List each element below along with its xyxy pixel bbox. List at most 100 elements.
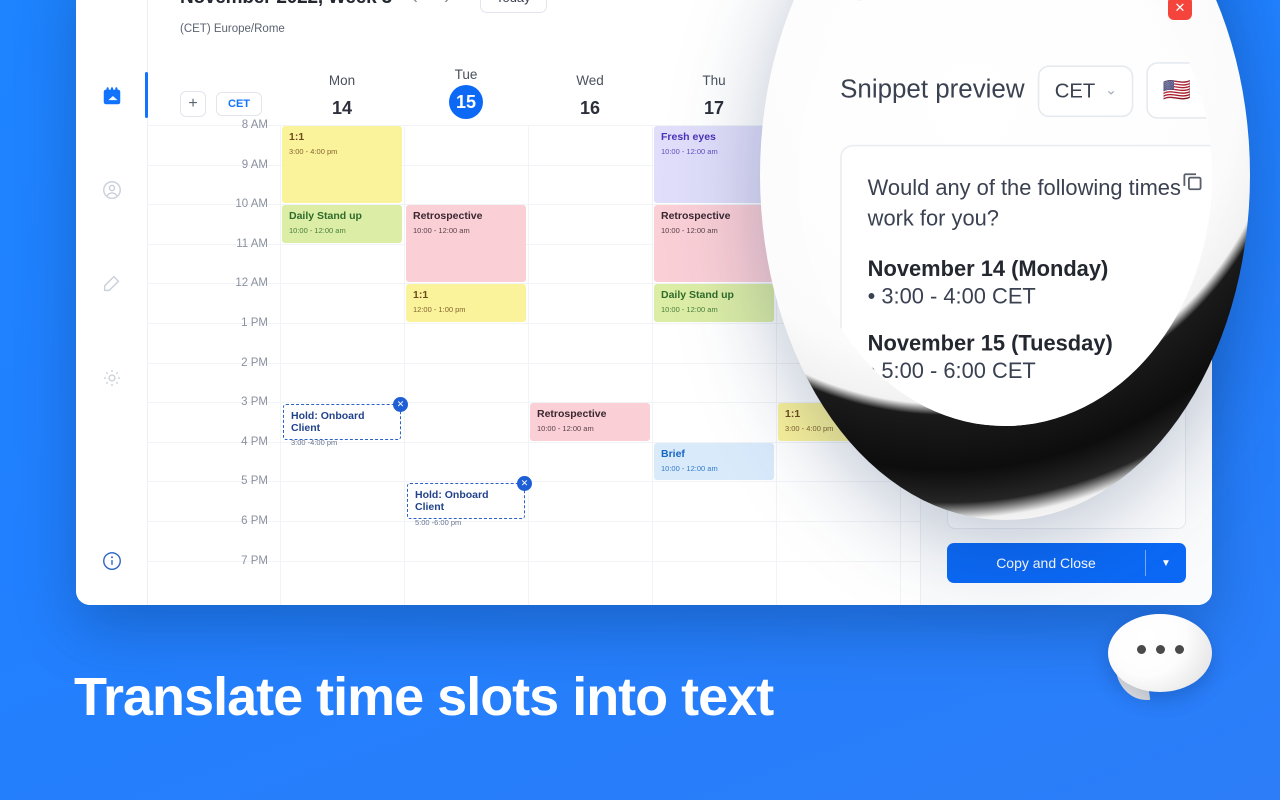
event-title: Retrospective (413, 210, 483, 223)
locale-select[interactable]: 🇺🇸 ⌄ (1135, 116, 1186, 152)
hour-label: 7 PM (241, 554, 268, 567)
hold-time: 5:00 -6:00 pm (415, 517, 462, 527)
calendar-event[interactable]: Retrospective 10:00 - 12:00 am (530, 403, 650, 441)
hour-label: 1 PM (241, 317, 268, 329)
snippet-side-panel: Onboard Client E john@agreeto.com Snippe… (920, 0, 1212, 605)
event-time: 10:00 - 12:00 am (413, 226, 470, 236)
copy-icon[interactable] (1156, 183, 1171, 203)
day-number: 14 (331, 98, 353, 118)
snippet-day-heading: November 15 (Tuesday) (964, 283, 1116, 299)
event-title: Retrospective (785, 210, 855, 223)
snippet-controls-row: Snippet preview CET ⌄ 🇺🇸 ⌄ (921, 78, 1212, 152)
us-flag-icon: 🇺🇸 (1145, 125, 1163, 142)
event-title: 1:1 (289, 131, 305, 143)
calendar-event[interactable]: 1:1 12:00 - 1:00 pm (406, 284, 526, 322)
hour-label: 5 PM (241, 475, 268, 488)
day-name: Thu (702, 73, 726, 88)
chat-bubble[interactable] (1108, 614, 1212, 704)
side-panel-title: Onboard Client (947, 0, 1048, 15)
timezone-chip[interactable]: CET (216, 92, 262, 116)
day-header-wed[interactable]: Wed 16 (528, 73, 652, 125)
snippet-preview-label: Snippet preview (947, 116, 1003, 151)
event-title: Fresh eyes (661, 131, 716, 143)
day-number: 15 (449, 85, 483, 119)
calendar-event[interactable]: Retrospective 10:00 - 12:00 am (654, 205, 774, 283)
timezone-select-value: CET (1078, 127, 1104, 141)
event-time: 10:00 - 12:00 am (661, 305, 718, 315)
event-time: 10:00 - 12:00 am (537, 424, 594, 434)
snippet-day-heading: November 14 (Monday) (964, 237, 1113, 253)
calendar-event[interactable]: 1:1 3:00 - 4:00 pm (778, 403, 898, 441)
calendar-event[interactable]: Retrospective 10:00 - 12:00 am (406, 205, 526, 283)
sidebar-item-settings[interactable] (90, 356, 134, 400)
hour-label: 9 AM (241, 158, 268, 171)
grid-column-line (528, 125, 529, 605)
event-time: 10:00 - 12:00 am (661, 147, 718, 157)
add-calendar-button[interactable]: + (180, 91, 206, 117)
event-time: 3:00 - 4:00 pm (785, 424, 834, 434)
day-header-tue[interactable]: Tue 15 (404, 67, 528, 125)
grid-column-line (900, 125, 901, 605)
event-time: 3:00 - 4:00 pm (289, 147, 338, 157)
event-title: Brief (661, 447, 685, 460)
avatar: E (947, 56, 969, 78)
calendar-event[interactable]: Daily Stand up 10:00 - 12:00 am (282, 205, 402, 243)
pencil-icon (103, 275, 119, 292)
chevron-down-icon: ⌄ (1168, 128, 1176, 139)
snippet-preview-box: Would any of the following times work fo… (947, 168, 1186, 529)
prev-week-button[interactable]: ‹ (406, 0, 424, 6)
chevron-down-icon[interactable]: ▼ (1146, 543, 1186, 583)
info-circle-icon (102, 552, 121, 570)
hour-label: 2 PM (241, 356, 268, 369)
event-title: 1:1 (785, 408, 801, 421)
close-icon[interactable]: ✕ (1168, 0, 1192, 20)
calendar-icon (103, 87, 120, 105)
grid-column-line (280, 125, 281, 605)
grid-column-line (404, 125, 405, 605)
hold-title: Hold: Onboard Client (291, 410, 365, 435)
hold-block[interactable]: Hold: Onboard Client 5:00 -6:00 pm ✕ (407, 476, 532, 527)
calendar-event[interactable]: Brief 10:00 - 12:00 am (654, 442, 774, 481)
day-number: 16 (579, 98, 601, 118)
event-time: 10:00 - 12:00 am (289, 226, 346, 236)
account-row[interactable]: E john@agreeto.com (921, 32, 1212, 78)
timezone-select[interactable]: CET ⌄ (1068, 118, 1128, 150)
sidebar-item-calendar[interactable] (90, 72, 148, 118)
day-name: Tue (454, 67, 478, 82)
sidebar-rail (76, 0, 148, 605)
calendar-event[interactable]: 1:1 3:00 - 4:00 pm (282, 126, 402, 204)
event-title: 1:1 (413, 289, 429, 302)
sidebar-item-info[interactable] (90, 539, 134, 583)
hour-label: 10 AM (235, 198, 268, 211)
hold-time: 3:00 -4:00 pm (291, 438, 338, 448)
day-header-thu[interactable]: Thu 17 (652, 73, 776, 125)
calendar-event[interactable]: Fresh eyes 10:00 - 12:00 am (654, 126, 774, 204)
copy-and-close-button[interactable]: Copy and Close ▼ (947, 543, 1186, 583)
calendar-event[interactable]: Daily Stand up 10:00 - 12:00 am (654, 284, 774, 322)
sidebar-item-edit[interactable] (90, 262, 134, 306)
day-header-fri[interactable]: Fri 18 (776, 73, 900, 125)
headline: Translate time slots into text (74, 667, 774, 727)
event-title: Daily Stand up (289, 210, 362, 223)
grid-column-line (776, 125, 777, 605)
sidebar-item-account[interactable] (90, 168, 134, 212)
today-button[interactable]: Today (479, 0, 547, 13)
calendar-event[interactable]: Retrospective 10:00 - 12:00 am (778, 205, 898, 283)
day-name: Wed (576, 73, 604, 88)
side-panel-footer: Copy and Close ▼ (921, 529, 1212, 605)
calendar-panel: November 2022, Week 3 ‹ › Today (CET) Eu… (148, 0, 1212, 605)
chevron-down-icon: ⌄ (1109, 128, 1118, 139)
hour-label: 11 AM (236, 237, 268, 250)
snippet-groups: November 14 (Monday) • 3:00 - 4:00 CET Nov… (964, 237, 1169, 315)
gear-icon (103, 369, 120, 387)
account-circle-icon (102, 181, 121, 199)
next-week-button[interactable]: › (438, 0, 456, 6)
grid-column-line (652, 125, 653, 605)
hold-block[interactable]: Hold: Onboard Client 3:00 -4:00 pm ✕ (283, 397, 408, 447)
day-name: Fri (830, 73, 846, 88)
snippet-intro: Would any of the following times work fo… (964, 187, 1158, 222)
hour-label: 8 AM (241, 119, 268, 131)
day-header-mon[interactable]: Mon 14 (280, 73, 404, 125)
hour-label: 12 AM (235, 277, 268, 290)
event-title: Retrospective (537, 408, 607, 421)
